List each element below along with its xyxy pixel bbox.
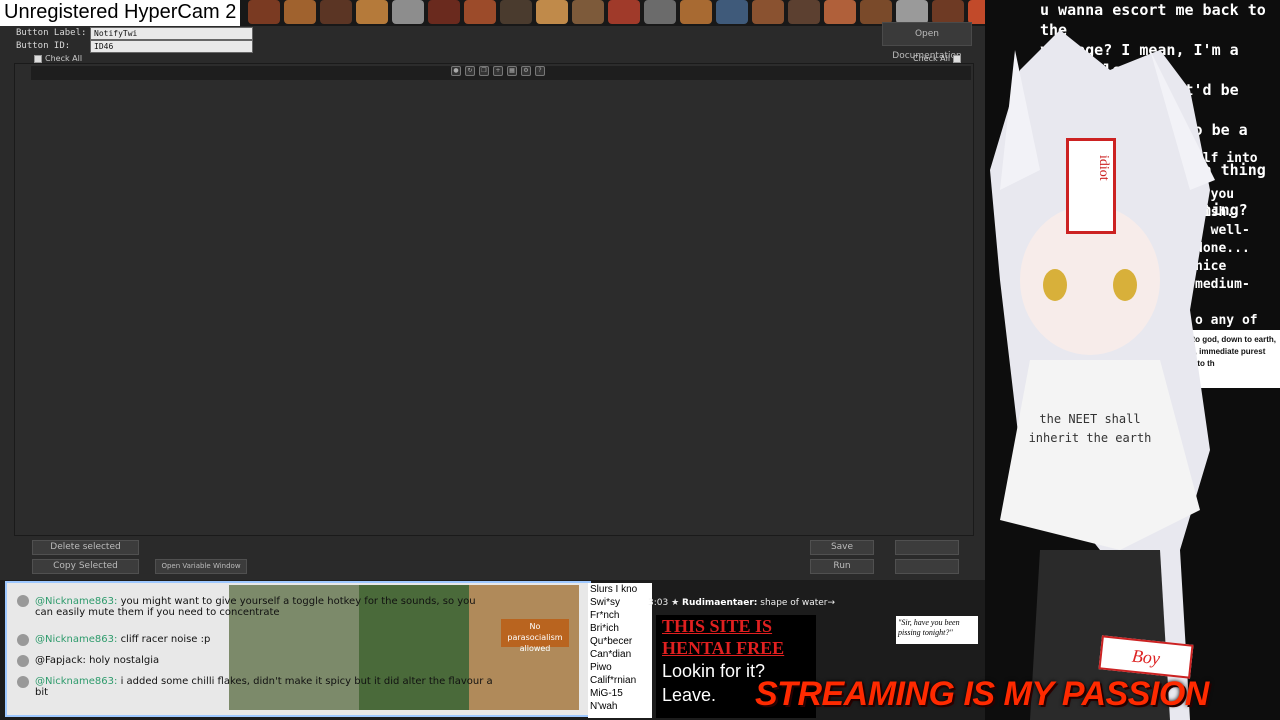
unlabeled-button[interactable]: [895, 540, 959, 555]
chat-text: holy nostalgia: [89, 655, 160, 666]
avatar: [17, 634, 29, 646]
thumbnail: [248, 0, 280, 24]
idiot-tag: idiot: [1066, 138, 1116, 234]
button-id-input[interactable]: ID46: [90, 40, 253, 53]
button-canvas[interactable]: ● ↻ ❐ + ▦ ⚙ ?: [14, 63, 974, 536]
list-item: Slurs I kno: [590, 584, 638, 595]
check-all-label: Check All: [45, 54, 83, 63]
thumbnail: [824, 0, 856, 24]
avatar: [17, 676, 29, 688]
thumbnail: [320, 0, 352, 24]
check-all-label: Check All: [913, 54, 951, 63]
vtuber-avatar: [990, 30, 1215, 720]
list-item: Can*dian: [590, 649, 632, 660]
list-item: Calif*rnian: [590, 675, 637, 686]
circle-icon[interactable]: ●: [451, 66, 461, 76]
thumbnail: [536, 0, 568, 24]
thumbnail: [464, 0, 496, 24]
help-icon[interactable]: ?: [535, 66, 545, 76]
sign-line: THIS SITE IS: [662, 616, 773, 636]
chat-user[interactable]: @Nickname863:: [35, 596, 117, 607]
open-variable-window-button[interactable]: Open Variable Window: [155, 559, 247, 574]
thumbnail: [284, 0, 316, 24]
refresh-icon[interactable]: ↻: [465, 66, 475, 76]
star-icon: ★: [671, 598, 680, 608]
no-parasocialism-badge: No parasocialism allowed: [501, 619, 569, 653]
open-documentation-button[interactable]: Open Documentation: [882, 22, 972, 61]
shirt-text: the NEET shall inherit the earth: [1028, 412, 1152, 445]
chat-panel: No parasocialism allowed @Nickname863: y…: [5, 581, 591, 717]
thumbnail: [608, 0, 640, 24]
avatar: [17, 595, 29, 607]
add-icon[interactable]: +: [493, 66, 503, 76]
sign-line: HENTAI FREE: [662, 638, 785, 658]
avatar: [17, 655, 29, 667]
chat-message: @Fapjack: holy nostalgia: [35, 655, 495, 666]
app-window: Button Label: NotifyTwi Button ID: ID46 …: [0, 0, 1036, 580]
unlabeled-button[interactable]: [895, 559, 959, 574]
thumbnail: [644, 0, 676, 24]
copy-icon[interactable]: ❐: [479, 66, 489, 76]
list-item: Qu*becer: [590, 636, 633, 647]
list-item: Swi*sy: [590, 597, 621, 608]
list-item: Fr*nch: [590, 610, 620, 621]
list-item: Piwo: [590, 662, 612, 673]
sir-meme-caption: "Sir, have you been pissing tonight?": [896, 616, 978, 644]
settings-icon[interactable]: ⚙: [521, 66, 531, 76]
chat-user[interactable]: @Fapjack:: [35, 655, 86, 666]
thumbnail: [428, 0, 460, 24]
thumbnail: [752, 0, 784, 24]
thumbnail: [896, 0, 928, 24]
idiot-tag-text: idiot: [1096, 155, 1111, 181]
check-all-left[interactable]: Check All: [34, 54, 82, 63]
chat-message: @Nickname863: cliff racer noise :p: [35, 634, 495, 645]
thumbnail: [932, 0, 964, 24]
run-button[interactable]: Run: [810, 559, 874, 574]
thumbnail: [788, 0, 820, 24]
grid-icon[interactable]: ▦: [507, 66, 517, 76]
thumbnail: [356, 0, 388, 24]
thumbnail: [680, 0, 712, 24]
list-item: MiG-15: [590, 688, 623, 699]
tool-icons: ● ↻ ❐ + ▦ ⚙ ?: [451, 66, 545, 76]
chat-toast: 3:03 ★ Rudimaentaer: shape of water→: [648, 594, 858, 612]
list-item: N'wah: [590, 701, 618, 712]
toast-user: Rudimaentaer:: [682, 598, 758, 608]
thumbnail: [572, 0, 604, 24]
chat-user[interactable]: @Nickname863:: [35, 676, 117, 687]
check-all-right[interactable]: Check All: [913, 54, 962, 63]
chat-user[interactable]: @Nickname863:: [35, 634, 117, 645]
delete-selected-button[interactable]: Delete selected: [32, 540, 139, 555]
button-label-input[interactable]: NotifyTwi: [90, 27, 253, 40]
thumbnail: [860, 0, 892, 24]
chat-text: cliff racer noise :p: [120, 634, 211, 645]
thumbnail: [392, 0, 424, 24]
slurs-list: Slurs I kno Swi*sy Fr*nch Bri*ich Qu*bec…: [588, 583, 652, 718]
checkbox-icon[interactable]: [34, 54, 42, 63]
toast-text: shape of water→: [760, 598, 836, 608]
toast-time: 3:03: [648, 598, 669, 608]
streaming-passion-banner: STREAMING IS MY PASSION: [755, 675, 1209, 713]
copy-selected-button[interactable]: Copy Selected: [32, 559, 139, 574]
list-item: Bri*ich: [590, 623, 619, 634]
hypercam-watermark: Unregistered HyperCam 2: [0, 0, 241, 26]
button-id-label: Button ID:: [16, 41, 71, 51]
thumbnail: [500, 0, 532, 24]
chat-message: @Nickname863: you might want to give you…: [35, 596, 495, 618]
save-button[interactable]: Save: [810, 540, 874, 555]
chat-message: @Nickname863: i added some chilli flakes…: [35, 676, 495, 698]
button-label-label: Button Label:: [16, 28, 87, 38]
thumbnail: [716, 0, 748, 24]
